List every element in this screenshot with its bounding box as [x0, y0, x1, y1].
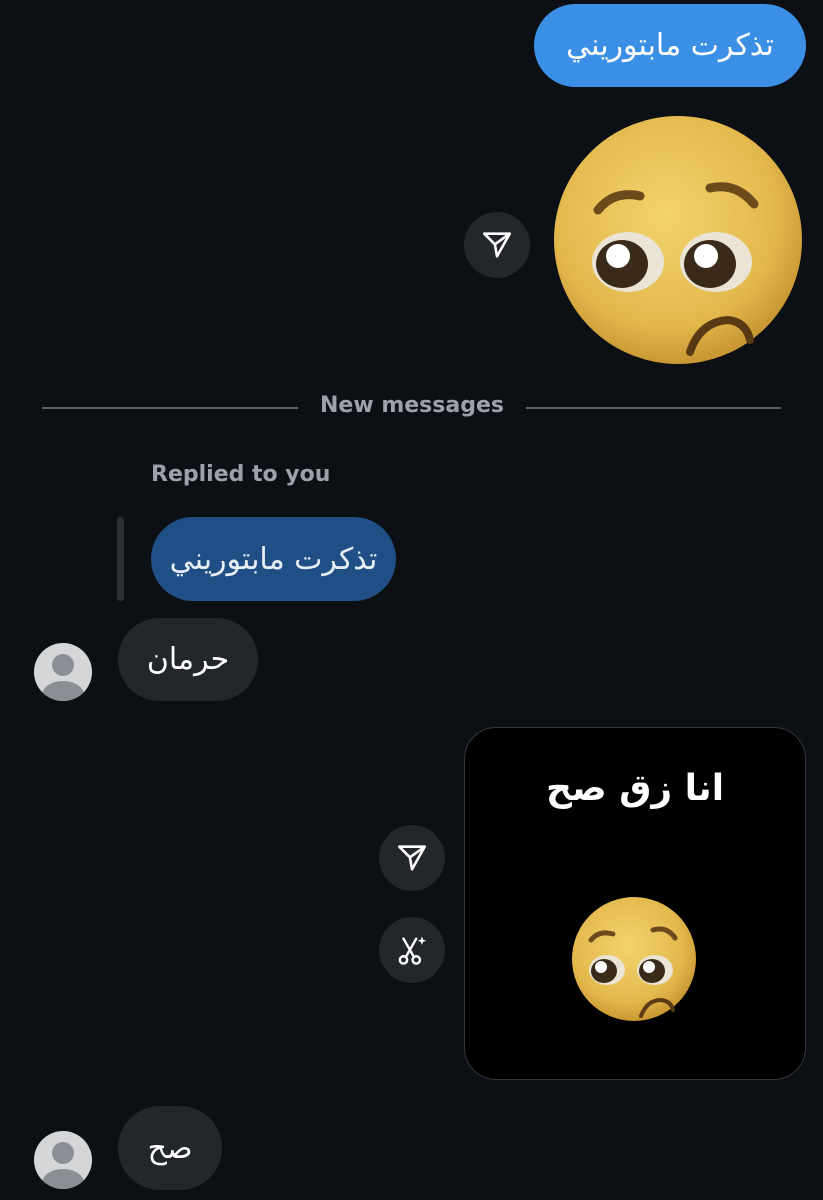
media-message[interactable]: انا زق صح [464, 727, 806, 1080]
pleading-face-sticker[interactable] [550, 112, 806, 368]
received-message-text: حرمان [146, 642, 230, 677]
new-messages-divider: New messages [320, 393, 504, 418]
avatar[interactable] [34, 643, 92, 701]
scissors-sparkle-icon [398, 936, 427, 965]
divider-line-left [42, 407, 298, 409]
sent-message-text: تذكرت مابتوريني [566, 28, 774, 63]
avatar[interactable] [34, 1131, 92, 1189]
reply-quote-bar [117, 517, 124, 601]
divider-line-right [526, 407, 781, 409]
received-message-bubble[interactable]: صح [118, 1106, 222, 1190]
replied-quote-text: تذكرت مابتوريني [169, 541, 378, 577]
default-user-icon [42, 1142, 84, 1189]
remix-button[interactable] [379, 917, 445, 983]
chat-thread: تذكرت مابتوريني New messages Replied to … [0, 0, 823, 1200]
share-button[interactable] [464, 212, 530, 278]
replied-label: Replied to you [151, 462, 331, 487]
share-button[interactable] [379, 825, 445, 891]
paper-plane-icon [397, 845, 427, 871]
default-user-icon [42, 654, 84, 701]
received-message-text: صح [147, 1130, 193, 1166]
paper-plane-icon [482, 232, 512, 258]
media-caption: انا زق صح [545, 768, 725, 809]
pleading-face-emoji [572, 897, 696, 1021]
replied-quote-bubble[interactable]: تذكرت مابتوريني [151, 517, 396, 601]
sent-message-bubble[interactable]: تذكرت مابتوريني [534, 4, 806, 87]
received-message-bubble[interactable]: حرمان [118, 618, 258, 701]
